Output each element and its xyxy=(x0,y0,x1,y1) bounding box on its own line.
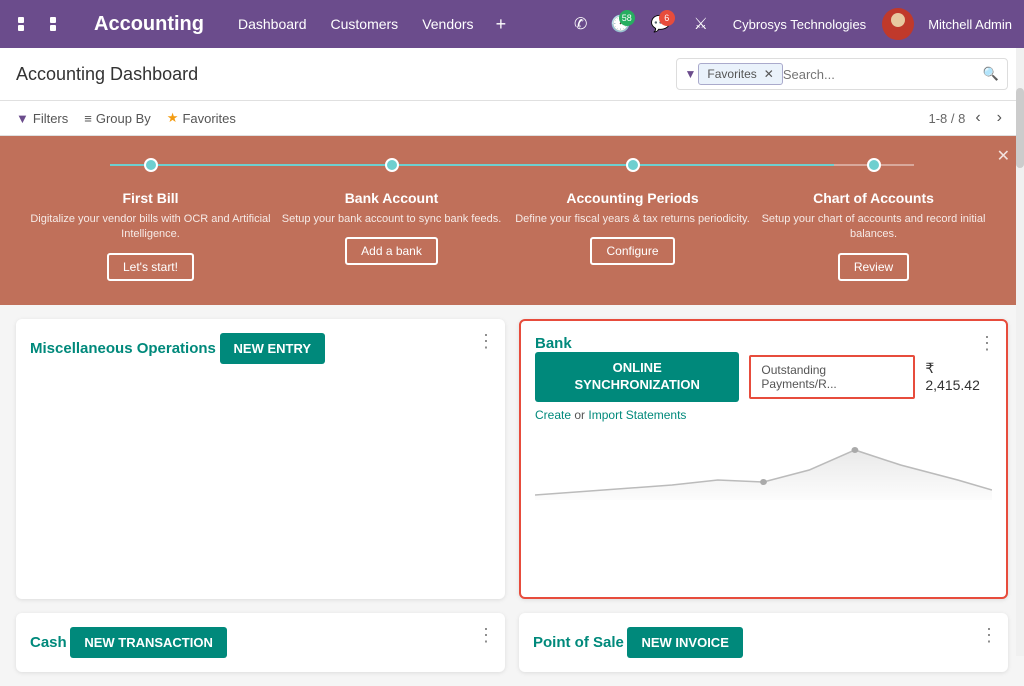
import-link-row: Create or Import Statements xyxy=(535,408,992,422)
groupby-btn[interactable]: ≡ Group By xyxy=(84,110,151,126)
step-accounting-periods: Accounting Periods Define your fiscal ye… xyxy=(512,190,753,281)
app-title: Accounting xyxy=(94,13,204,36)
search-area: ▼ Favorites ✕ 🔍 xyxy=(676,58,1009,90)
search-input[interactable] xyxy=(783,67,983,82)
close-banner-btn[interactable]: ✕ xyxy=(997,146,1010,166)
username[interactable]: Mitchell Admin xyxy=(928,17,1012,32)
onboarding-steps: First Bill Digitalize your vendor bills … xyxy=(30,190,994,281)
activity-icon[interactable]: 🕐 58 xyxy=(605,8,637,40)
import-statements-link[interactable]: Import Statements xyxy=(588,408,686,422)
new-entry-btn[interactable]: NEW ENTRY xyxy=(220,333,326,364)
groupby-lines-icon: ≡ xyxy=(84,111,92,126)
online-sync-btn[interactable]: ONLINE SYNCHRONIZATION xyxy=(535,352,739,402)
pos-card: Point of Sale ⋮ NEW INVOICE xyxy=(519,613,1008,672)
scrollbar[interactable] xyxy=(1016,48,1024,656)
topnav: Accounting Dashboard Customers Vendors +… xyxy=(0,0,1024,48)
search-box[interactable]: ▼ Favorites ✕ 🔍 xyxy=(676,58,1009,90)
onboarding-banner: ✕ First Bill Digitalize your vendor bill… xyxy=(0,136,1024,305)
cash-card-title: Cash xyxy=(30,634,67,651)
star-icon: ★ xyxy=(167,110,179,126)
step-chart-of-accounts: Chart of Accounts Setup your chart of ac… xyxy=(753,190,994,281)
pos-card-title: Point of Sale xyxy=(533,634,624,651)
favorites-btn[interactable]: ★ Favorites xyxy=(167,110,236,126)
company-name[interactable]: Cybrosys Technologies xyxy=(733,17,866,32)
search-tag[interactable]: Favorites ✕ xyxy=(698,63,782,85)
first-bill-btn[interactable]: Let's start! xyxy=(107,253,194,281)
cash-card: Cash ⋮ NEW TRANSACTION xyxy=(16,613,505,672)
outstanding-badge[interactable]: Outstanding Payments/R... xyxy=(749,355,915,399)
main-content: Miscellaneous Operations ⋮ NEW ENTRY Ban… xyxy=(0,305,1024,613)
bank-card-title: Bank xyxy=(535,335,572,352)
create-link[interactable]: Create xyxy=(535,408,571,422)
pos-card-menu-btn[interactable]: ⋮ xyxy=(980,625,998,646)
search-submit-icon[interactable]: 🔍 xyxy=(983,66,999,82)
step-bank-account: Bank Account Setup your bank account to … xyxy=(271,190,512,281)
filter-bar: ▼ Filters ≡ Group By ★ Favorites 1-8 / 8… xyxy=(0,101,1024,136)
step-first-bill: First Bill Digitalize your vendor bills … xyxy=(30,190,271,281)
nav-vendors[interactable]: Vendors xyxy=(412,10,483,38)
bank-card: Bank ⋮ ONLINE SYNCHRONIZATION Outstandin… xyxy=(519,319,1008,599)
user-avatar[interactable] xyxy=(882,8,914,40)
bank-account-btn[interactable]: Add a bank xyxy=(345,237,438,265)
new-transaction-btn[interactable]: NEW TRANSACTION xyxy=(70,627,227,658)
accounting-periods-btn[interactable]: Configure xyxy=(590,237,674,265)
activity-badge: 58 xyxy=(619,10,635,26)
pagination: 1-8 / 8 ‹ › xyxy=(928,107,1008,129)
grid-menu-icon[interactable] xyxy=(12,11,86,37)
filters-btn[interactable]: ▼ Filters xyxy=(16,110,68,126)
next-page-btn[interactable]: › xyxy=(991,107,1008,129)
phone-icon[interactable]: ✆ xyxy=(565,8,597,40)
breadcrumb-bar: Accounting Dashboard ▼ Favorites ✕ 🔍 xyxy=(0,48,1024,101)
chat-badge: 6 xyxy=(659,10,675,26)
topnav-icons: ✆ 🕐 58 💬 6 ⚔ Cybrosys Technologies Mitch… xyxy=(565,8,1012,40)
cash-card-menu-btn[interactable]: ⋮ xyxy=(477,625,495,646)
chart-accounts-btn[interactable]: Review xyxy=(838,253,909,281)
nav-customers[interactable]: Customers xyxy=(321,10,409,38)
bank-card-menu-btn[interactable]: ⋮ xyxy=(978,333,996,354)
bottom-cards: Cash ⋮ NEW TRANSACTION Point of Sale ⋮ N… xyxy=(0,613,1024,686)
chat-icon[interactable]: 💬 6 xyxy=(645,8,677,40)
nav-dashboard[interactable]: Dashboard xyxy=(228,10,317,38)
prev-page-btn[interactable]: ‹ xyxy=(969,107,986,129)
settings-icon[interactable]: ⚔ xyxy=(685,8,717,40)
filter-options: ▼ Filters ≡ Group By ★ Favorites xyxy=(16,110,236,126)
misc-card-title: Miscellaneous Operations xyxy=(30,340,216,357)
misc-operations-card: Miscellaneous Operations ⋮ NEW ENTRY xyxy=(16,319,505,599)
bank-row: ONLINE SYNCHRONIZATION Outstanding Payme… xyxy=(535,352,992,402)
search-tag-close[interactable]: ✕ xyxy=(764,67,774,81)
page-title: Accounting Dashboard xyxy=(16,64,198,85)
filter-funnel-icon: ▼ xyxy=(16,111,29,126)
scroll-thumb[interactable] xyxy=(1016,88,1024,168)
new-invoice-btn[interactable]: NEW INVOICE xyxy=(627,627,742,658)
nav-add-icon[interactable]: + xyxy=(488,8,515,41)
misc-card-menu-btn[interactable]: ⋮ xyxy=(477,331,495,352)
outstanding-amount: ₹ 2,415.42 xyxy=(925,360,992,393)
funnel-icon: ▼ xyxy=(685,67,697,81)
bank-mini-chart xyxy=(535,430,992,500)
nav-menu: Dashboard Customers Vendors + xyxy=(228,8,514,41)
